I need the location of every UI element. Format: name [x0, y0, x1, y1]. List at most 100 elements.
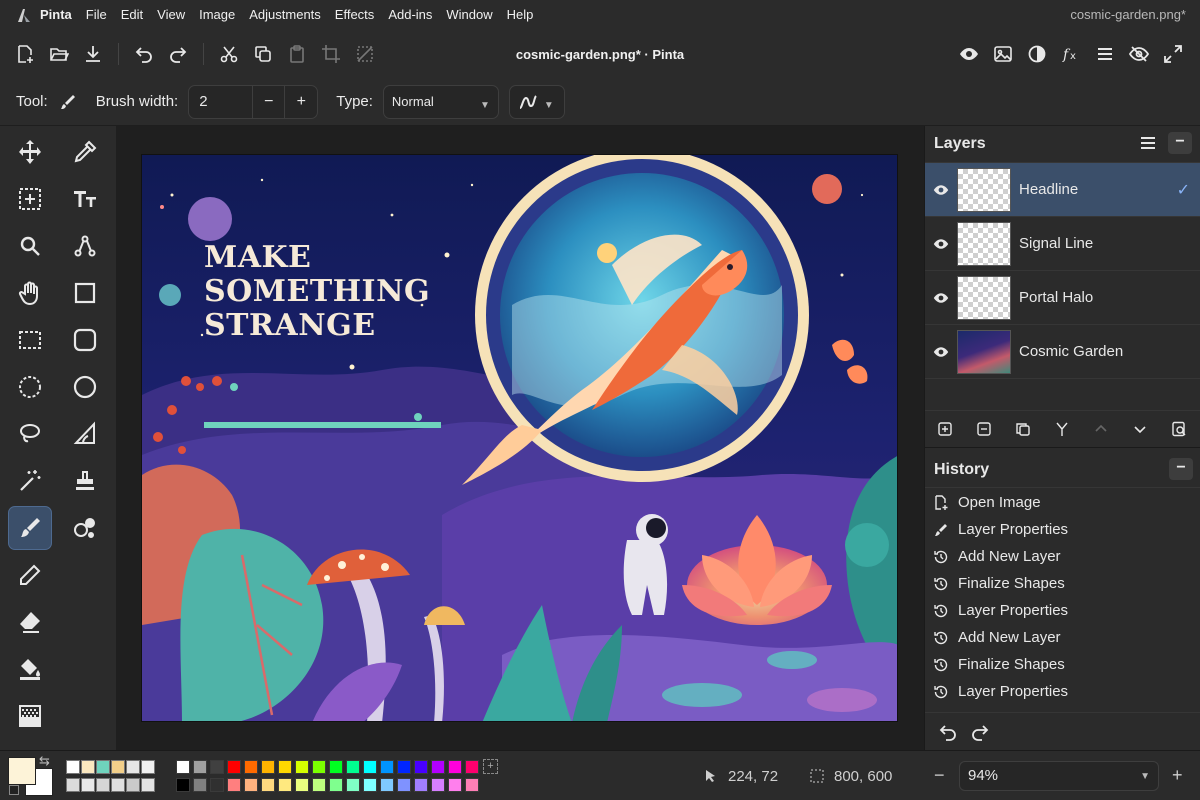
effects-menu-button[interactable]: fx [1054, 37, 1088, 71]
recent-color-swatch[interactable] [141, 778, 155, 792]
clone-stamp-tool[interactable] [63, 459, 107, 503]
gradient-tool[interactable] [8, 694, 52, 738]
delete-layer-button[interactable] [964, 421, 1003, 437]
palette-color-swatch[interactable] [193, 760, 207, 774]
brush-width-decrease-button[interactable]: − [253, 85, 286, 118]
layer-row[interactable]: Portal Halo [925, 271, 1200, 325]
palette-color-swatch[interactable] [414, 778, 428, 792]
recent-color-swatch[interactable] [96, 778, 110, 792]
zoom-tool[interactable] [8, 224, 52, 268]
palette-color-swatch[interactable] [431, 760, 445, 774]
palette-color-swatch[interactable] [261, 760, 275, 774]
palette-color-swatch[interactable] [227, 778, 241, 792]
swap-colors-icon[interactable]: ⇆ [39, 753, 50, 769]
layer-row[interactable]: Signal Line [925, 217, 1200, 271]
brush-width-increase-button[interactable]: + [285, 86, 317, 118]
redo-button[interactable] [161, 37, 195, 71]
palette-color-swatch[interactable] [210, 778, 224, 792]
palette-color-swatch[interactable] [261, 778, 275, 792]
palette-color-swatch[interactable] [397, 778, 411, 792]
ellipse-select-tool[interactable] [8, 365, 52, 409]
layer-row[interactable]: Cosmic Garden [925, 325, 1200, 379]
palette-color-swatch[interactable] [414, 760, 428, 774]
history-item[interactable]: Add New Layer [925, 543, 1200, 570]
palette-color-swatch[interactable] [295, 760, 309, 774]
zoom-combobox[interactable]: 94% ▼ [959, 761, 1159, 791]
recent-color-swatch[interactable] [96, 760, 110, 774]
pan-tool[interactable] [8, 271, 52, 315]
palette-color-swatch[interactable] [448, 778, 462, 792]
menu-add-ins[interactable]: Add-ins [381, 0, 439, 30]
magic-wand-tool[interactable] [8, 459, 52, 503]
add-layer-button[interactable] [925, 421, 964, 437]
history-item[interactable]: Finalize Shapes [925, 570, 1200, 597]
history-undo-button[interactable] [933, 715, 963, 749]
merge-layer-down-button[interactable] [1042, 421, 1081, 437]
palette-color-swatch[interactable] [465, 760, 479, 774]
undo-button[interactable] [127, 37, 161, 71]
menu-help[interactable]: Help [500, 0, 541, 30]
zoom-out-button[interactable]: − [934, 765, 945, 786]
save-button[interactable] [76, 37, 110, 71]
zoom-in-button[interactable]: + [1172, 765, 1183, 786]
history-item[interactable]: Add New Layer [925, 624, 1200, 651]
paintbrush-tool[interactable] [8, 506, 52, 550]
menu-window[interactable]: Window [439, 0, 499, 30]
recent-color-swatch[interactable] [81, 760, 95, 774]
menu-app[interactable]: Pinta [38, 0, 79, 30]
visibility-toggle[interactable] [925, 290, 957, 306]
history-item[interactable]: Layer Properties [925, 597, 1200, 624]
palette-color-swatch[interactable] [176, 760, 190, 774]
palette-color-swatch[interactable] [227, 760, 241, 774]
freeform-shape-tool[interactable] [63, 412, 107, 456]
crop-button[interactable] [314, 37, 348, 71]
canvas-area[interactable]: MAKE SOMETHING STRANGE [116, 126, 924, 750]
main-menu-button[interactable] [1088, 37, 1122, 71]
recent-color-swatch[interactable] [66, 760, 80, 774]
palette-color-swatch[interactable] [244, 778, 258, 792]
paste-button[interactable] [280, 37, 314, 71]
move-selection-tool[interactable] [8, 177, 52, 221]
palette-color-swatch[interactable] [193, 778, 207, 792]
line-curve-tool[interactable] [63, 224, 107, 268]
palette-color-swatch[interactable] [465, 778, 479, 792]
lasso-select-tool[interactable] [8, 412, 52, 456]
palette-color-swatch[interactable] [380, 760, 394, 774]
recent-color-swatch[interactable] [111, 760, 125, 774]
image-canvas[interactable]: MAKE SOMETHING STRANGE [141, 154, 898, 722]
recolor-tool[interactable] [63, 506, 107, 550]
palette-color-swatch[interactable] [295, 778, 309, 792]
rectangle-tool[interactable] [63, 271, 107, 315]
menu-image[interactable]: Image [192, 0, 242, 30]
menu-adjustments[interactable]: Adjustments [242, 0, 328, 30]
layer-properties-button[interactable] [1159, 421, 1198, 437]
hide-pixel-grid-button[interactable] [1122, 37, 1156, 71]
palette-color-swatch[interactable] [312, 778, 326, 792]
palette-color-swatch[interactable] [312, 760, 326, 774]
copy-button[interactable] [246, 37, 280, 71]
adjustments-menu-button[interactable] [1020, 37, 1054, 71]
palette-color-swatch[interactable] [346, 760, 360, 774]
rectangle-select-tool[interactable] [8, 318, 52, 362]
menu-effects[interactable]: Effects [328, 0, 382, 30]
history-redo-button[interactable] [965, 715, 995, 749]
ellipse-tool[interactable] [63, 365, 107, 409]
deselect-button[interactable] [348, 37, 382, 71]
primary-color-swatch[interactable] [8, 757, 36, 785]
palette-color-swatch[interactable] [210, 760, 224, 774]
recent-color-swatch[interactable] [141, 760, 155, 774]
eraser-tool[interactable] [8, 600, 52, 644]
layers-collapse-button[interactable]: − [1168, 132, 1192, 154]
palette-color-swatch[interactable] [329, 760, 343, 774]
cut-button[interactable] [212, 37, 246, 71]
layers-menu-icon[interactable] [1138, 133, 1158, 153]
color-picker-tool[interactable] [63, 130, 107, 174]
brush-width-input[interactable]: 2 [189, 85, 254, 118]
reset-colors-icon[interactable] [9, 785, 19, 795]
type-dropdown[interactable]: Normal ▼ [382, 84, 499, 119]
view-toggle-button[interactable] [952, 37, 986, 71]
visibility-toggle[interactable] [925, 182, 957, 198]
history-item[interactable]: Layer Properties [925, 678, 1200, 705]
palette-color-swatch[interactable] [380, 778, 394, 792]
palette-color-swatch[interactable] [431, 778, 445, 792]
